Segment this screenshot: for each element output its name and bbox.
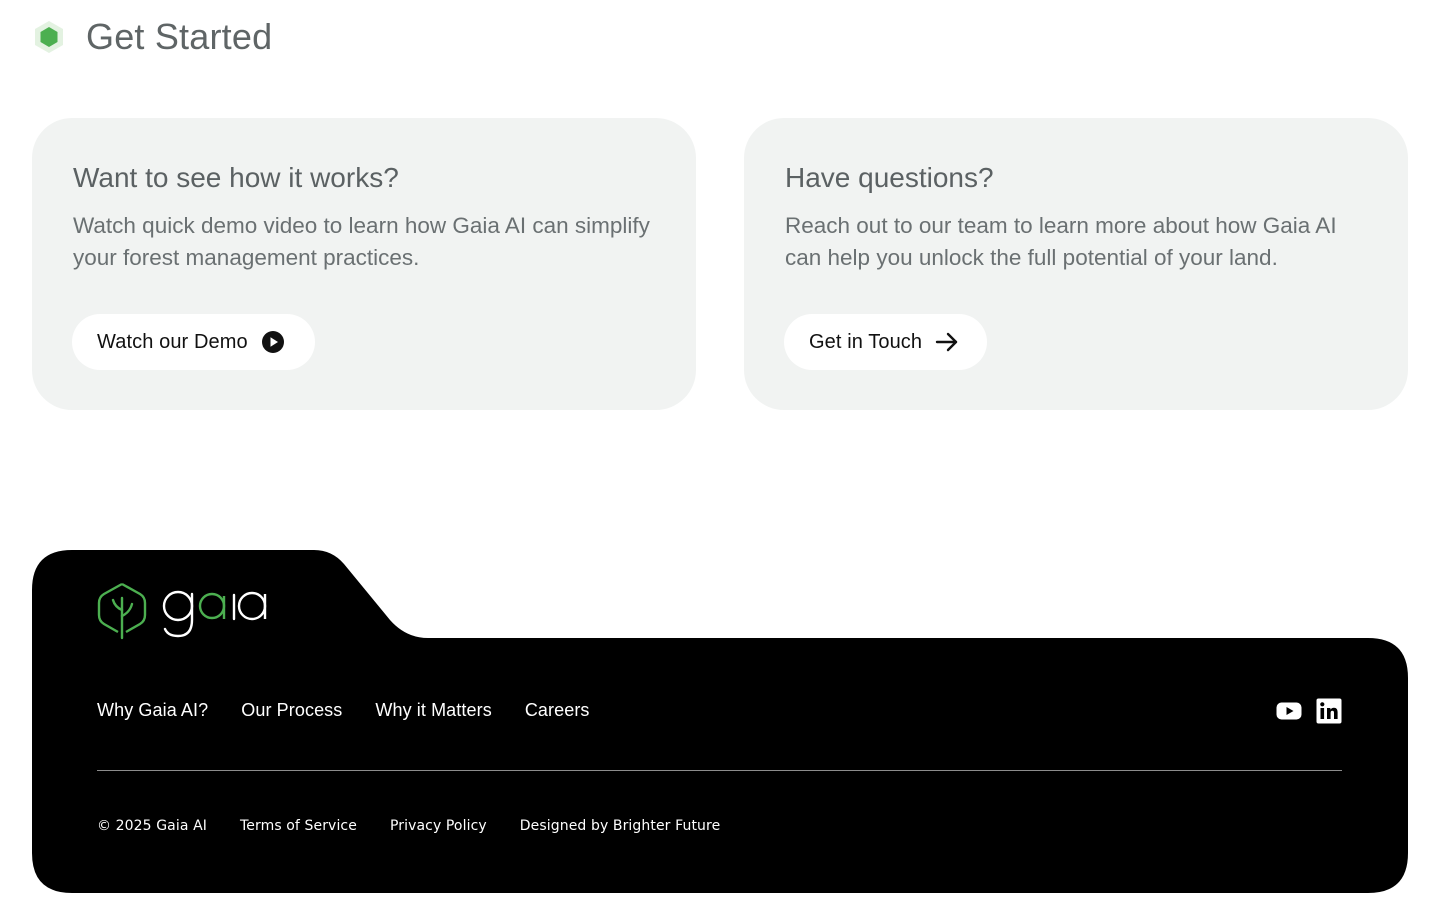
hexagon-icon [35,21,63,53]
section-header: Get Started [32,14,272,60]
social-links [1276,698,1342,724]
watch-demo-label: Watch our Demo [97,330,248,353]
footer-link-our-process[interactable]: Our Process [241,700,342,721]
demo-card-text: Watch quick demo video to learn how Gaia… [73,213,650,270]
footer-nav: Why Gaia AI? Our Process Why it Matters … [97,700,590,721]
watch-demo-button[interactable]: Watch our Demo [72,314,315,370]
demo-card-title: Want to see how it works? [73,162,399,193]
contact-card: Have questions? Reach out to our team to… [744,118,1408,410]
site-footer: Why Gaia AI? Our Process Why it Matters … [32,550,1408,893]
play-circle-icon [261,331,284,353]
get-in-touch-label: Get in Touch [809,330,923,353]
terms-link[interactable]: Terms of Service [240,818,357,834]
contact-card-title: Have questions? [785,162,994,193]
get-in-touch-button[interactable]: Get in Touch [784,314,987,370]
footer-link-why-it-matters[interactable]: Why it Matters [375,700,491,721]
youtube-icon[interactable] [1276,698,1302,724]
linkedin-icon[interactable] [1316,698,1342,724]
footer-legal: © 2025 Gaia AI Terms of Service Privacy … [97,818,720,834]
gaia-logo[interactable] [96,580,268,642]
footer-divider [97,770,1342,771]
arrow-right-icon [935,332,958,352]
footer-link-why-gaia[interactable]: Why Gaia AI? [97,700,208,721]
section-title: Get Started [86,16,273,57]
contact-card-text: Reach out to our team to learn more abou… [785,213,1337,270]
privacy-link[interactable]: Privacy Policy [390,818,487,834]
copyright-text: © 2025 Gaia AI [97,818,207,834]
gaia-wordmark [162,590,267,638]
tree-logo-icon [97,582,147,640]
footer-link-careers[interactable]: Careers [525,700,590,721]
designer-credit-link[interactable]: Designed by Brighter Future [520,818,721,834]
demo-card: Want to see how it works? Watch quick de… [32,118,696,410]
